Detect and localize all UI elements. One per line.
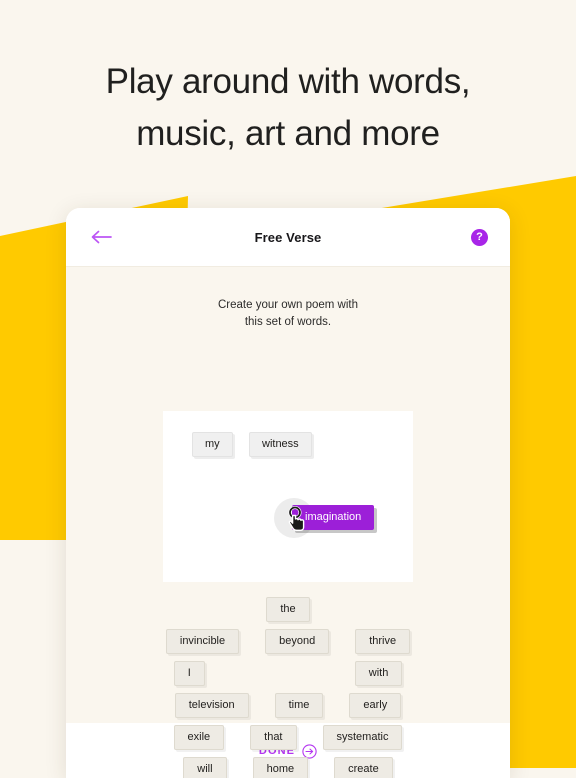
word-bank: the invincible beyond thrive Iwith television… [66,592,510,778]
word-bank-row: television time early [66,693,510,718]
word-bank-chip[interactable]: the [266,597,310,622]
help-button[interactable]: ? [471,228,488,246]
word-bank-row: the [66,597,510,622]
app-body: Create your own poem with this set of wo… [66,266,510,778]
word-bank-chip[interactable]: television [174,693,249,718]
canvas-word-chip[interactable]: my [192,432,233,457]
word-bank-chip[interactable]: that [250,725,297,750]
help-button-label: ? [476,230,483,243]
back-button[interactable] [88,224,114,250]
canvas-word-chip[interactable]: witness [249,432,312,457]
word-bank-row: Iwith [66,661,510,686]
instructions: Create your own poem with this set of wo… [66,267,510,331]
poem-canvas[interactable]: my witness imagination [163,411,413,582]
headline-line-2: music, art and more [136,114,440,153]
word-bank-chip[interactable]: systematic [322,725,403,750]
word-bank-chip[interactable]: time [274,693,324,718]
device-card: Free Verse ? Create your own poem with t… [66,208,510,778]
word-bank-row: exile that systematic [66,725,510,750]
arrow-left-icon [91,230,112,244]
word-bank-chip[interactable]: invincible [165,629,240,654]
page-title: Play around with words, music, art and m… [0,56,576,160]
word-bank-chip[interactable]: early [349,693,402,718]
headline-line-1: Play around with words, [105,62,471,101]
app-title: Free Verse [254,229,322,245]
word-bank-row: invincible beyond thrive [66,629,510,654]
word-bank-chip[interactable]: with [354,661,403,686]
word-bank-chip[interactable]: exile [173,725,225,750]
dragging-word-chip[interactable]: imagination [292,505,375,530]
instructions-line-2: this set of words. [244,316,332,328]
word-bank-chip[interactable]: thrive [355,629,411,654]
word-bank-chip[interactable]: beyond [265,629,330,654]
word-bank-chip[interactable]: I [173,661,205,686]
instructions-line-1: Create your own poem with [218,299,358,311]
app-header: Free Verse ? [66,208,510,266]
